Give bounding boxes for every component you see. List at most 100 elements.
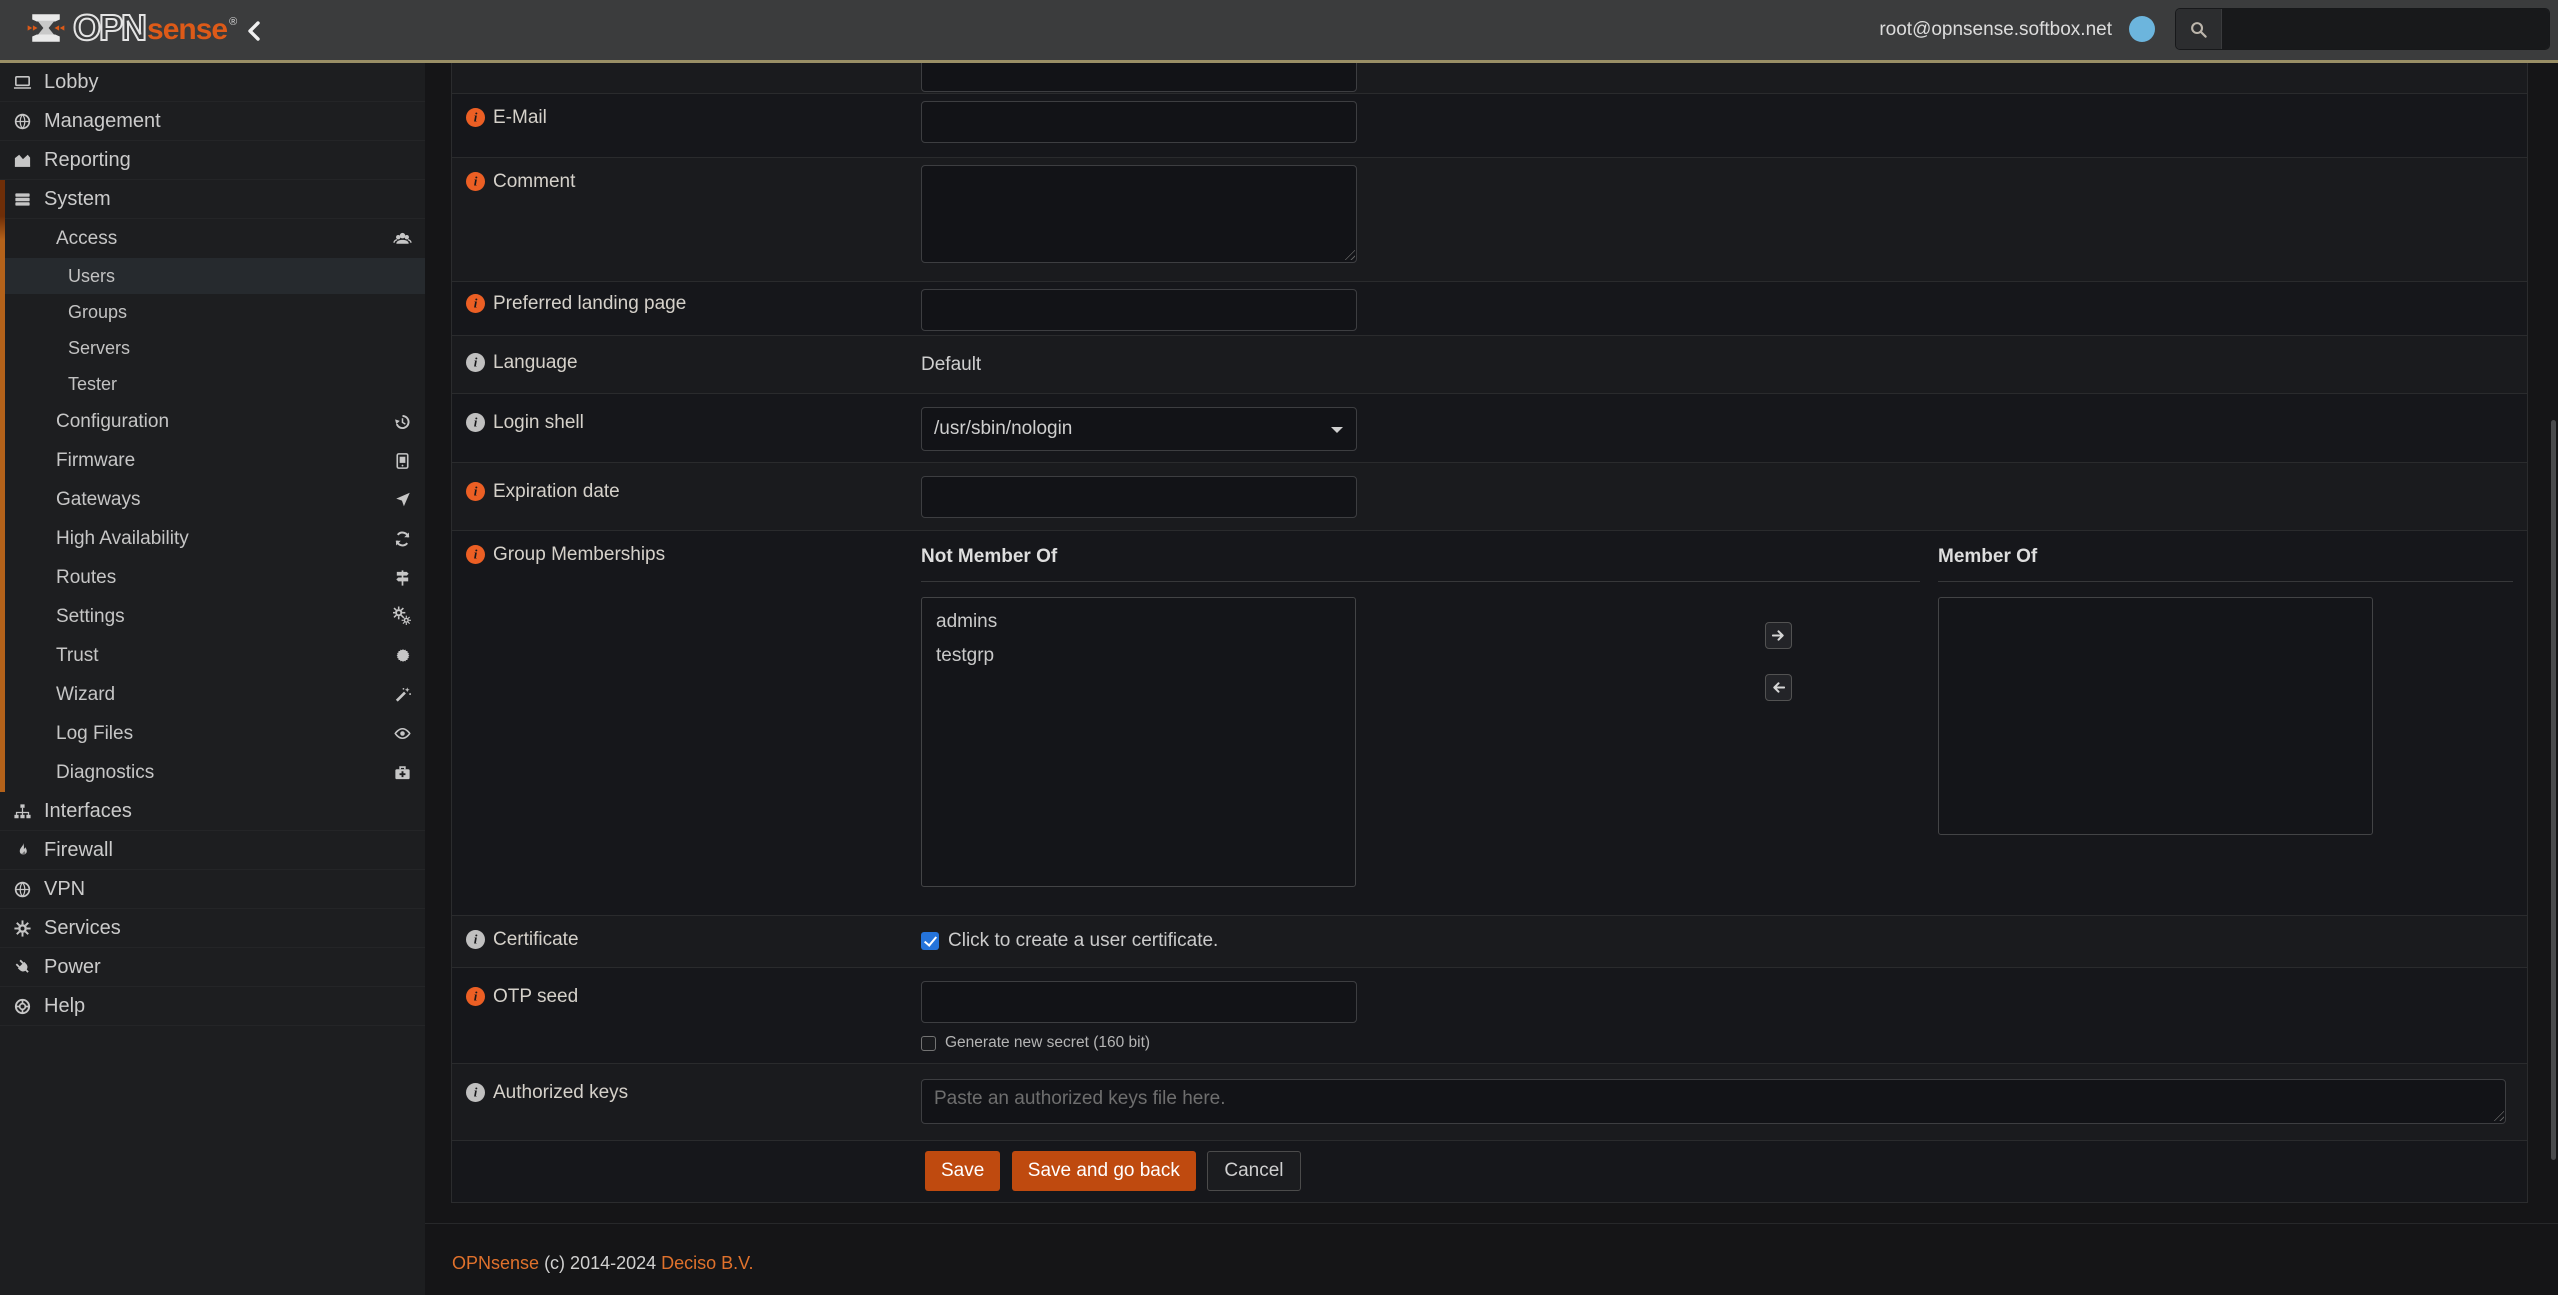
opnsense-logo[interactable]: OPN sense ® — [27, 10, 237, 46]
comment-textarea[interactable] — [921, 165, 1357, 263]
laptop-icon — [13, 73, 32, 92]
expiration-date-field[interactable] — [921, 476, 1357, 518]
sidebar-item-gateways[interactable]: Gateways — [0, 480, 425, 519]
sidebar-item-access[interactable]: Access — [0, 219, 425, 258]
generate-secret-checkbox[interactable] — [921, 1036, 936, 1051]
sidebar-item-label: Gateways — [56, 489, 140, 511]
tablet-icon — [393, 451, 412, 470]
form-row-expiration: Expiration date — [452, 462, 2527, 530]
not-member-heading: Not Member Of — [921, 531, 1920, 568]
info-icon[interactable] — [466, 353, 485, 372]
gears-icon — [393, 607, 412, 626]
magic-wand-icon — [393, 685, 412, 704]
sidebar-item-log-files[interactable]: Log Files — [0, 714, 425, 753]
info-icon[interactable] — [466, 294, 485, 313]
sidebar-item-management[interactable]: Management — [0, 102, 425, 141]
create-certificate-option[interactable]: Click to create a user certificate. — [921, 930, 2527, 952]
sidebar-item-settings[interactable]: Settings — [0, 597, 425, 636]
info-icon[interactable] — [466, 987, 485, 1006]
sidebar-item-tester[interactable]: Tester — [0, 366, 425, 402]
signpost-icon — [393, 568, 412, 587]
medkit-icon — [393, 763, 412, 782]
sidebar-item-lobby[interactable]: Lobby — [0, 63, 425, 102]
member-listbox[interactable] — [1938, 597, 2373, 835]
opnsense-footer-link[interactable]: OPNsense — [452, 1253, 539, 1273]
sidebar-item-wizard[interactable]: Wizard — [0, 675, 425, 714]
search-button[interactable] — [2176, 9, 2222, 49]
search-input[interactable] — [2222, 9, 2549, 49]
plug-icon — [13, 958, 32, 977]
sidebar-item-configuration[interactable]: Configuration — [0, 402, 425, 441]
sidebar-item-servers[interactable]: Servers — [0, 330, 425, 366]
sidebar-item-groups[interactable]: Groups — [0, 294, 425, 330]
info-icon[interactable] — [466, 545, 485, 564]
member-column: Member Of — [1938, 531, 2513, 835]
info-icon[interactable] — [466, 1083, 485, 1102]
form-row-landing-page: Preferred landing page — [452, 281, 2527, 335]
save-and-go-back-button[interactable]: Save and go back — [1012, 1151, 1196, 1191]
sidebar-item-label: Management — [44, 110, 161, 133]
page-scrollbar-thumb[interactable] — [2551, 420, 2556, 1160]
sidebar-item-services[interactable]: Services — [0, 909, 425, 948]
certificate-checkbox[interactable] — [921, 932, 939, 950]
cancel-button[interactable]: Cancel — [1207, 1151, 1300, 1191]
otp-seed-field[interactable] — [921, 981, 1357, 1023]
location-arrow-icon — [393, 490, 412, 509]
sidebar-item-label: Settings — [56, 606, 125, 628]
sidebar-item-firewall[interactable]: Firewall — [0, 831, 425, 870]
sidebar-item-high-availability[interactable]: High Availability — [0, 519, 425, 558]
form-row-email: E-Mail — [452, 93, 2527, 157]
list-item[interactable]: admins — [922, 605, 1355, 639]
form-row-comment: Comment — [452, 157, 2527, 281]
field-label: Authorized keys — [493, 1082, 628, 1104]
brand-text-sense: sense — [147, 13, 227, 46]
sidebar-item-system[interactable]: System — [0, 180, 425, 219]
form-row-partial — [452, 63, 2527, 93]
sidebar-item-reporting[interactable]: Reporting — [0, 141, 425, 180]
divider — [921, 581, 1920, 582]
not-member-listbox[interactable]: admins testgrp — [921, 597, 1356, 887]
email-field[interactable] — [921, 101, 1357, 143]
sidebar-item-label: Users — [68, 266, 115, 287]
generate-secret-option[interactable]: Generate new secret (160 bit) — [921, 1034, 2527, 1052]
sidebar-item-vpn[interactable]: VPN — [0, 870, 425, 909]
field-label: Comment — [493, 171, 575, 193]
status-indicator-dot[interactable] — [2129, 16, 2155, 42]
sidebar-item-label: Diagnostics — [56, 762, 154, 784]
info-icon[interactable] — [466, 413, 485, 432]
users-icon — [393, 229, 412, 248]
sidebar-item-firmware[interactable]: Firmware — [0, 441, 425, 480]
remove-from-group-button[interactable] — [1765, 674, 1792, 701]
sidebar-item-interfaces[interactable]: Interfaces — [0, 792, 425, 831]
save-button[interactable]: Save — [925, 1151, 1000, 1191]
add-to-group-button[interactable] — [1765, 622, 1792, 649]
sidebar-item-label: Groups — [68, 302, 127, 323]
sidebar-item-label: VPN — [44, 878, 85, 901]
sidebar-item-power[interactable]: Power — [0, 948, 425, 987]
sidebar-item-users[interactable]: Users — [0, 258, 425, 294]
sidebar-item-routes[interactable]: Routes — [0, 558, 425, 597]
sidebar-item-label: Interfaces — [44, 800, 132, 823]
logged-in-user: root@opnsense.softbox.net — [1879, 0, 2112, 60]
field-label: Certificate — [493, 929, 579, 951]
sidebar-item-label: Servers — [68, 338, 130, 359]
field-label: Login shell — [493, 412, 584, 434]
info-icon[interactable] — [466, 930, 485, 949]
info-icon[interactable] — [466, 108, 485, 127]
landing-page-field[interactable] — [921, 289, 1357, 331]
list-item[interactable]: testgrp — [922, 639, 1355, 673]
sidebar-item-trust[interactable]: Trust — [0, 636, 425, 675]
login-shell-select[interactable]: /usr/sbin/nologin — [921, 407, 1357, 451]
sidebar-item-help[interactable]: Help — [0, 987, 425, 1026]
info-icon[interactable] — [466, 172, 485, 191]
scrolled-off-input[interactable] — [921, 63, 1357, 92]
sidebar-item-diagnostics[interactable]: Diagnostics — [0, 753, 425, 792]
active-section-indicator — [0, 180, 5, 792]
member-heading: Member Of — [1938, 531, 2513, 568]
info-icon[interactable] — [466, 482, 485, 501]
chevron-left-icon — [246, 21, 261, 41]
authorized-keys-textarea[interactable] — [921, 1079, 2506, 1124]
sidebar-collapse-button[interactable] — [242, 18, 264, 44]
deciso-footer-link[interactable]: Deciso B.V. — [661, 1253, 753, 1273]
sidebar-item-label: Firewall — [44, 839, 113, 862]
